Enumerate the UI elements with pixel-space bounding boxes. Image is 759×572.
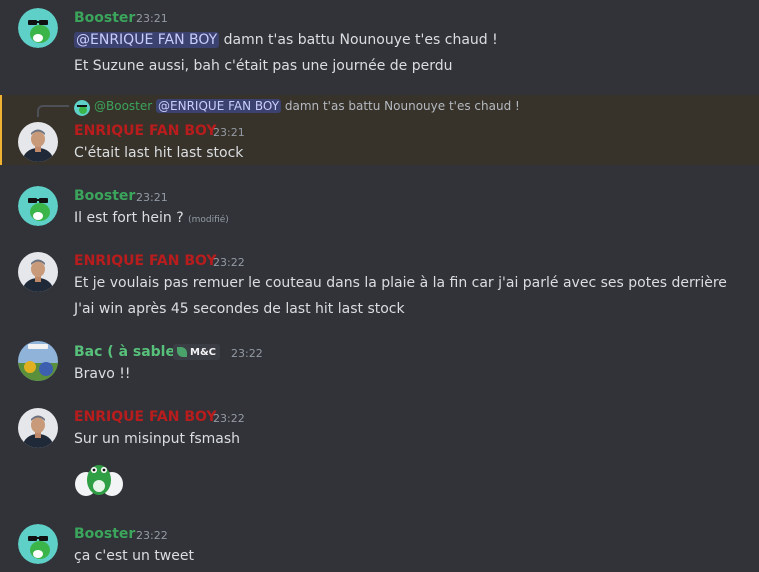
message-text: ça c'est un tweet <box>74 548 194 564</box>
person-avatar-icon <box>18 122 58 162</box>
yoshi-egg-emoji[interactable] <box>74 456 124 500</box>
message-text: @ENRIQUE FAN BOY damn t'as battu Nounouy… <box>74 32 498 48</box>
avatar-enrique[interactable] <box>18 408 58 448</box>
message-text: Sur un misinput fsmash <box>74 431 241 447</box>
avatar-enrique[interactable] <box>18 122 58 162</box>
highlight-bar <box>0 95 2 165</box>
message-text: Bravo !! <box>74 366 131 382</box>
yoshi-avatar-icon <box>18 186 58 226</box>
message-author[interactable]: ENRIQUE FAN BOY <box>74 123 217 139</box>
message-author[interactable]: ENRIQUE FAN BOY <box>74 409 217 425</box>
avatar-booster[interactable] <box>18 524 58 564</box>
yoshi-avatar-icon <box>18 524 58 564</box>
user-mention[interactable]: @ENRIQUE FAN BOY <box>156 99 282 113</box>
reply-preview[interactable]: @Booster @ENRIQUE FAN BOY damn t'as batt… <box>94 99 520 113</box>
message-author[interactable]: Booster <box>74 526 135 542</box>
message-timestamp: 23:22 <box>231 347 263 360</box>
avatar-enrique[interactable] <box>18 252 58 292</box>
user-mention[interactable]: @ENRIQUE FAN BOY <box>74 32 220 48</box>
yoshi-egg-icon <box>75 465 123 496</box>
message-text: Il est fort hein ? (modifié) <box>74 210 229 226</box>
edited-label: (modifié) <box>188 215 229 225</box>
message-timestamp: 23:22 <box>213 412 245 425</box>
message-content: Il est fort hein ? <box>74 210 184 226</box>
message-timestamp: 23:21 <box>213 126 245 139</box>
avatar-booster[interactable] <box>18 8 58 48</box>
yoshi-avatar-icon <box>74 100 90 116</box>
message-timestamp: 23:21 <box>136 191 168 204</box>
message-timestamp: 23:22 <box>213 256 245 269</box>
reply-author[interactable]: @Booster <box>94 99 152 113</box>
message-text: Et je voulais pas remuer le couteau dans… <box>74 275 727 291</box>
reply-content: damn t'as battu Nounouye t'es chaud ! <box>284 99 520 113</box>
message-timestamp: 23:22 <box>136 529 168 542</box>
guild-tag[interactable]: M&C <box>173 344 221 360</box>
game-art-avatar-icon <box>18 341 58 381</box>
yoshi-avatar-icon <box>18 8 58 48</box>
person-avatar-icon <box>18 408 58 448</box>
guild-tag-label: M&C <box>190 346 217 358</box>
message-author[interactable]: Booster <box>74 10 135 26</box>
message-author[interactable]: ENRIQUE FAN BOY <box>74 253 217 269</box>
message-timestamp: 23:21 <box>136 12 168 25</box>
person-avatar-icon <box>18 252 58 292</box>
avatar-bac[interactable] <box>18 341 58 381</box>
message-text: Et Suzune aussi, bah c'était pas une jou… <box>74 58 453 74</box>
message-content: damn t'as battu Nounouye t'es chaud ! <box>223 32 498 48</box>
reply-spine <box>37 105 69 117</box>
message-text: J'ai win après 45 secondes de last hit l… <box>74 301 405 317</box>
message-author[interactable]: Bac ( à sable ) <box>74 344 186 360</box>
leaf-icon <box>177 347 187 357</box>
avatar-booster[interactable] <box>18 186 58 226</box>
reply-avatar[interactable] <box>74 100 90 116</box>
message-text: C'était last hit last stock <box>74 145 244 161</box>
message-author[interactable]: Booster <box>74 188 135 204</box>
